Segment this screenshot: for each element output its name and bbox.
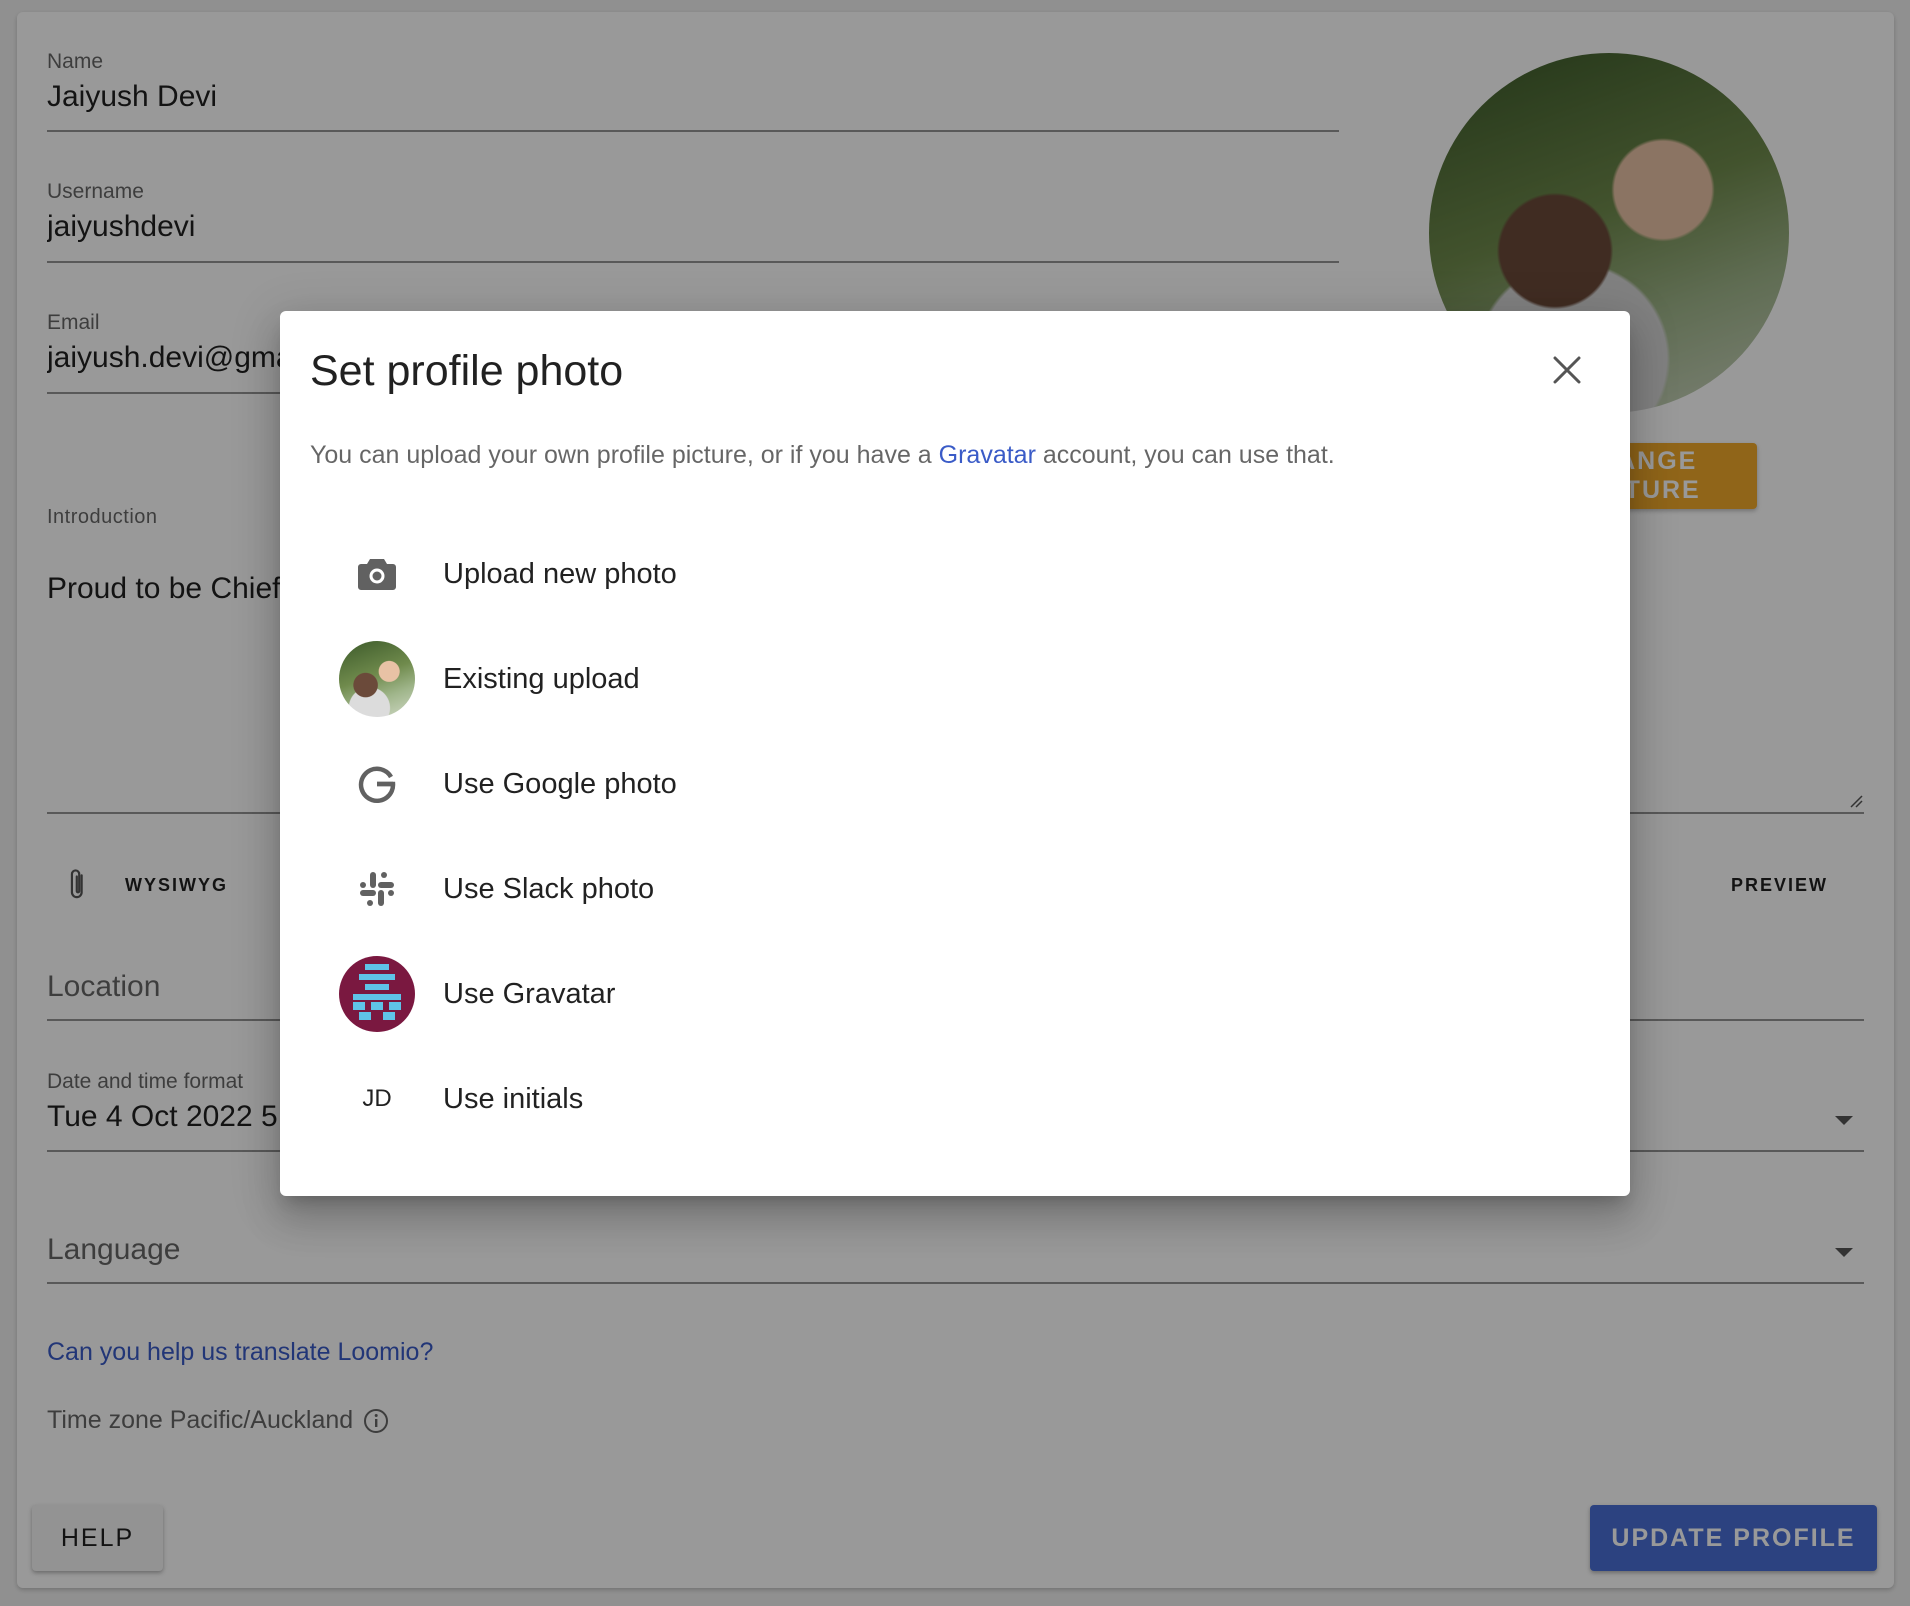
option-label: Use Slack photo bbox=[443, 872, 655, 905]
gravatar-avatar bbox=[339, 956, 415, 1032]
description-text-after: account, you can use that. bbox=[1035, 441, 1335, 469]
google-icon bbox=[339, 746, 415, 822]
option-google-photo[interactable]: Use Google photo bbox=[310, 734, 1600, 834]
slack-icon bbox=[339, 851, 415, 927]
option-existing-upload[interactable]: Existing upload bbox=[310, 629, 1600, 729]
option-label: Use Gravatar bbox=[443, 977, 616, 1010]
gravatar-link[interactable]: Gravatar bbox=[939, 441, 1036, 469]
close-button[interactable] bbox=[1544, 347, 1590, 393]
option-label: Existing upload bbox=[443, 662, 640, 695]
dialog-description: You can upload your own profile picture,… bbox=[310, 441, 1335, 470]
option-label: Use initials bbox=[443, 1082, 584, 1115]
option-label: Use Google photo bbox=[443, 767, 677, 800]
description-text-before: You can upload your own profile picture,… bbox=[310, 441, 939, 469]
option-slack-photo[interactable]: Use Slack photo bbox=[310, 839, 1600, 939]
set-profile-photo-dialog: Set profile photo You can upload your ow… bbox=[280, 311, 1630, 1196]
option-label: Upload new photo bbox=[443, 557, 677, 590]
existing-photo-avatar bbox=[339, 641, 415, 717]
dialog-title: Set profile photo bbox=[310, 347, 624, 395]
close-icon bbox=[1552, 355, 1582, 385]
initials-text: JD bbox=[362, 1085, 392, 1112]
option-gravatar[interactable]: Use Gravatar bbox=[310, 944, 1600, 1044]
camera-icon bbox=[339, 536, 415, 612]
option-upload-new-photo[interactable]: Upload new photo bbox=[310, 524, 1600, 624]
initials-avatar: JD bbox=[339, 1061, 415, 1137]
option-use-initials[interactable]: JD Use initials bbox=[310, 1049, 1600, 1149]
